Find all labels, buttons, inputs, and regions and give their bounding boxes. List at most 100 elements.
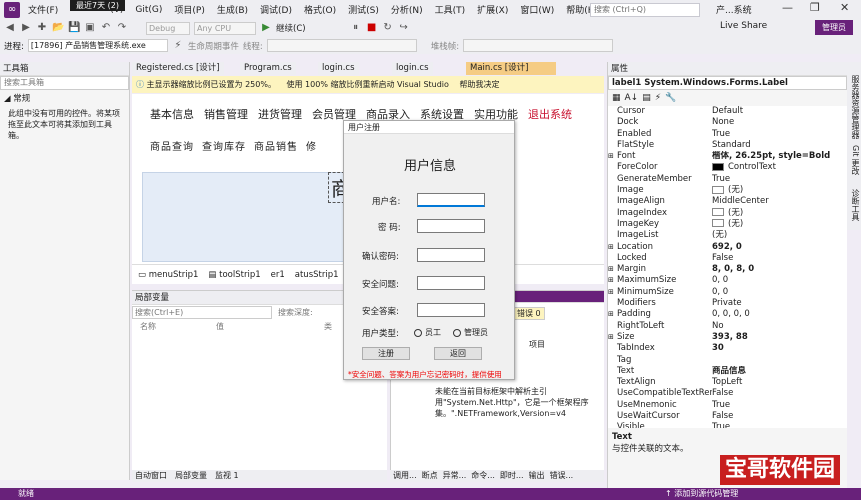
locals-search-input[interactable]: 搜索(Ctrl+E) (132, 305, 272, 319)
property-value[interactable]: No (712, 321, 847, 332)
menu-build[interactable]: 生成(B) (211, 3, 254, 16)
tab-watch1[interactable]: 监视 1 (215, 470, 239, 482)
side-tab-diagnostics[interactable]: 诊断工具 (847, 180, 861, 230)
property-row[interactable]: Enabled True (608, 129, 847, 140)
property-value[interactable]: 商品信息 (712, 366, 847, 377)
tab-registered-design[interactable]: Registered.cs [设计] (132, 62, 224, 75)
tab-main-design[interactable]: Main.cs [设计] (466, 62, 556, 75)
undo-icon[interactable]: ↶ (100, 22, 112, 34)
property-row[interactable]: Image (无) (608, 185, 847, 196)
search-input[interactable]: 搜索 (Ctrl+Q) (590, 3, 700, 17)
property-row[interactable]: Cursor Default (608, 106, 847, 117)
continue-icon[interactable]: ▶ (260, 22, 272, 34)
confirm-password-input[interactable] (417, 248, 485, 262)
process-select[interactable]: [17896] 产品销售管理系统.exe (27, 39, 168, 52)
property-value[interactable]: 0, 0 (712, 287, 847, 298)
side-tab-git-changes[interactable]: Git 更改 (847, 140, 861, 180)
property-row[interactable]: UseMnemonic True (608, 400, 847, 411)
property-row[interactable]: ImageList (无) (608, 230, 847, 241)
property-value[interactable]: None (712, 117, 847, 128)
menu-format[interactable]: 格式(O) (298, 3, 342, 16)
lifecycle-label[interactable]: 生命周期事件 (188, 40, 239, 52)
property-value[interactable]: True (712, 400, 847, 411)
tool-product-query[interactable]: 商品查询 (150, 138, 194, 153)
property-value[interactable]: (无) (712, 219, 847, 230)
expand-icon[interactable]: ⊞ (608, 332, 614, 343)
property-value[interactable]: 0, 0, 0, 0 (712, 309, 847, 320)
form-menu-basic-info[interactable]: 基本信息 (150, 106, 194, 122)
property-row[interactable]: ⊞ Padding 0, 0, 0, 0 (608, 309, 847, 320)
property-row[interactable]: ImageKey (无) (608, 219, 847, 230)
menu-window[interactable]: 窗口(W) (514, 3, 560, 16)
continue-button[interactable]: 继续(C) (276, 22, 306, 34)
property-row[interactable]: RightToLeft No (608, 321, 847, 332)
expand-icon[interactable]: ⊞ (608, 151, 614, 162)
forward-icon[interactable]: ▶ (20, 22, 32, 34)
minimize-button[interactable]: — (782, 1, 793, 14)
add-to-source-control[interactable]: ↑ 添加到源代码管理 (665, 488, 738, 500)
properties-object-select[interactable]: label1 System.Windows.Forms.Label (608, 76, 847, 90)
maximize-button[interactable]: ❐ (810, 1, 820, 14)
property-row[interactable]: UseCompatibleTextRendeFalse (608, 388, 847, 399)
property-value[interactable]: Default (712, 106, 847, 117)
property-value[interactable]: True (712, 174, 847, 185)
property-grid[interactable]: Cursor Default Dock None Enabled True FlatStyl… (608, 106, 847, 428)
property-row[interactable]: ForeColor ControlText (608, 162, 847, 173)
security-answer-input[interactable] (417, 303, 485, 317)
categorized-icon[interactable]: ▦ (612, 93, 621, 103)
form-menu-exit[interactable]: 退出系统 (528, 106, 572, 122)
property-pages-icon[interactable]: 🔧 (665, 93, 676, 103)
property-value[interactable]: MiddleCenter (712, 196, 847, 207)
property-value[interactable]: False (712, 253, 847, 264)
menu-file[interactable]: 文件(F) (22, 3, 64, 16)
tool-more[interactable]: 修 (306, 138, 317, 153)
tab-call-stack[interactable]: 调用... (393, 470, 417, 482)
tab-output[interactable]: 输出 (529, 470, 545, 482)
tool-stock-query[interactable]: 查询库存 (202, 138, 246, 153)
help-decide-link[interactable]: 帮助我决定 (459, 80, 499, 89)
platform-select[interactable]: Any CPU (194, 21, 256, 35)
property-value[interactable]: 楷体, 26.25pt, style=Bold (712, 151, 847, 162)
form-menu-purchase[interactable]: 进货管理 (258, 106, 302, 122)
property-row[interactable]: ⊞ Font 楷体, 26.25pt, style=Bold (608, 151, 847, 162)
tray-toolstrip[interactable]: ▤ toolStrip1 (208, 270, 260, 280)
live-share-button[interactable]: Live Share (720, 21, 767, 31)
tab-autos[interactable]: 自动窗口 (135, 470, 167, 482)
property-value[interactable]: 0, 0 (712, 275, 847, 286)
property-row[interactable]: GenerateMember True (608, 174, 847, 185)
property-value[interactable]: False (712, 411, 847, 422)
menu-git[interactable]: Git(G) (129, 5, 168, 15)
property-row[interactable]: ⊞ MaximumSize 0, 0 (608, 275, 847, 286)
stack-frame-select[interactable] (463, 39, 614, 52)
property-row[interactable]: Dock None (608, 117, 847, 128)
property-row[interactable]: TextAlign TopLeft (608, 377, 847, 388)
tab-locals[interactable]: 局部变量 (175, 470, 207, 482)
open-icon[interactable]: 📂 (52, 22, 64, 34)
property-row[interactable]: ⊞ MinimumSize 0, 0 (608, 287, 847, 298)
register-button[interactable]: 注册 (362, 347, 410, 360)
property-value[interactable]: (无) (712, 230, 847, 241)
property-value[interactable]: Standard (712, 140, 847, 151)
expand-icon[interactable]: ⊞ (608, 264, 614, 275)
property-row[interactable]: Tag (608, 355, 847, 366)
property-row[interactable]: Locked False (608, 253, 847, 264)
thread-select[interactable] (266, 39, 417, 52)
property-row[interactable]: TabIndex 30 (608, 343, 847, 354)
radio-employee[interactable]: 员工 (414, 327, 441, 338)
property-value[interactable]: TopLeft (712, 377, 847, 388)
username-input[interactable] (417, 193, 485, 207)
menu-project[interactable]: 项目(P) (168, 3, 210, 16)
toolbox-search[interactable]: 搜索工具箱 (0, 76, 129, 90)
properties-icon[interactable]: ▤ (642, 93, 651, 103)
tab-login-cs-1[interactable]: login.cs (318, 62, 359, 75)
property-value[interactable]: Private (712, 298, 847, 309)
error-count-badge[interactable]: 错误 0 (513, 307, 545, 320)
expand-icon[interactable]: ⊞ (608, 309, 614, 320)
alphabetical-icon[interactable]: A↓ (625, 93, 639, 103)
property-row[interactable]: UseWaitCursor False (608, 411, 847, 422)
property-value[interactable]: 393, 88 (712, 332, 847, 343)
property-row[interactable]: Modifiers Private (608, 298, 847, 309)
property-value[interactable]: (无) (712, 208, 847, 219)
property-value[interactable] (712, 355, 847, 366)
restart-icon[interactable]: ↻ (382, 22, 394, 34)
